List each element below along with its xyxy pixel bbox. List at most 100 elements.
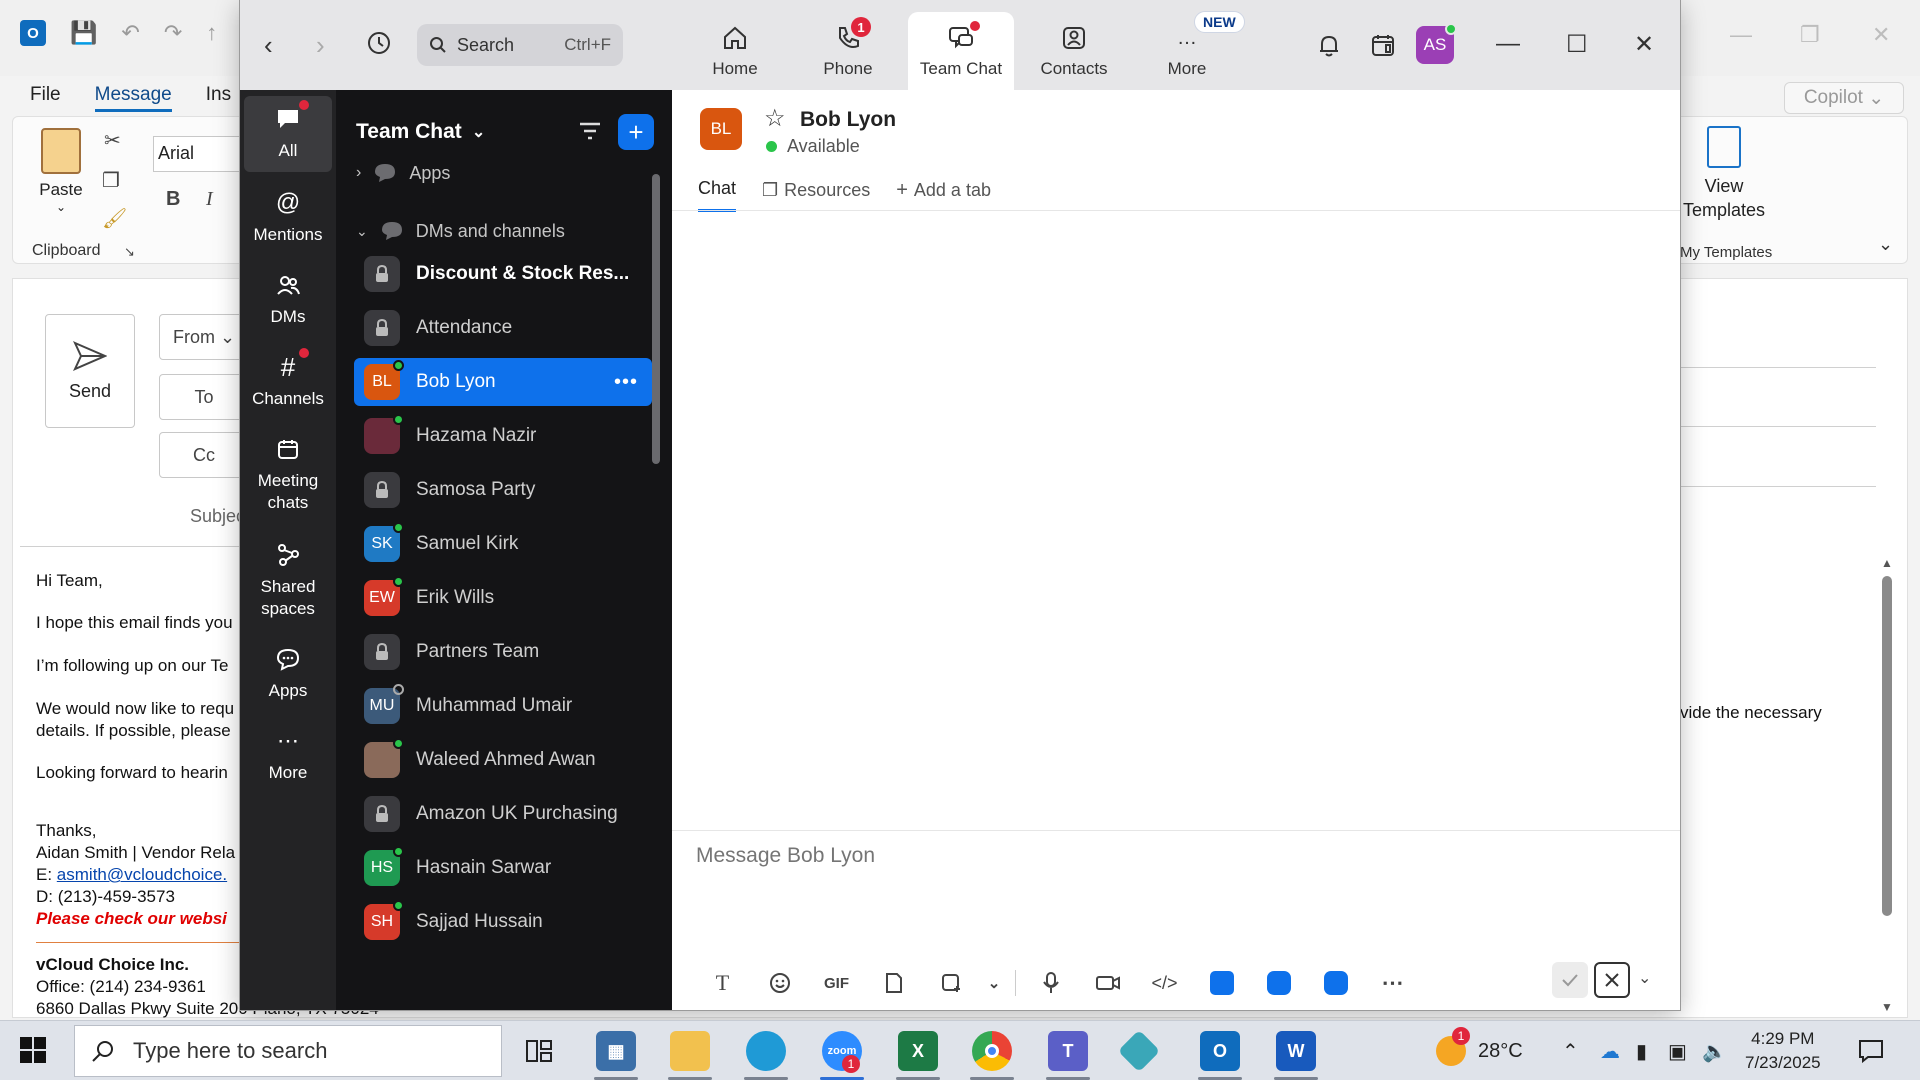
font-name-field[interactable]: Arial [153,136,241,172]
message-area[interactable] [672,211,1680,830]
channel-list-item[interactable]: Attendance [354,304,652,352]
word-icon[interactable]: W [1276,1031,1316,1071]
more-options-icon[interactable]: ⋯ [1364,968,1421,998]
channel-list-item[interactable]: Samosa Party [354,466,652,514]
channel-list-item[interactable]: MU Muhammad Umair [354,682,652,730]
tab-chat[interactable]: Chat [698,178,737,212]
checkmark-icon[interactable] [1552,962,1588,998]
clipboard-launcher-icon[interactable]: ↘ [124,244,135,260]
copy-icon[interactable]: ❐ [102,168,120,193]
channel-list-item[interactable]: Amazon UK Purchasing [354,790,652,838]
from-button[interactable]: From ⌄ [159,314,249,360]
microphone-icon[interactable] [1022,968,1079,998]
volume-icon[interactable]: 🔈 [1702,1021,1727,1080]
file-explorer-icon[interactable] [670,1031,710,1071]
menu-insert[interactable]: Ins [206,84,231,112]
redo-icon[interactable]: ↷ [164,20,182,46]
zoom-search-bar[interactable]: Search Ctrl+F [417,24,623,66]
format-painter-icon[interactable]: 🖌 [102,206,127,231]
zoom-maximize-icon[interactable]: ☐ [1566,30,1588,59]
windows-start-icon[interactable] [20,1037,46,1068]
panel-title-dropdown[interactable]: Team Chat ⌄ [356,120,485,144]
onedrive-cloud-icon[interactable]: ☁ [1600,1021,1620,1080]
zoom-minimize-icon[interactable]: — [1496,30,1520,58]
section-dms-and-channels[interactable]: ⌄ DMs and channels [356,220,565,242]
up-arrow-icon[interactable]: ↑ [206,20,217,46]
channel-list-item[interactable]: Discount & Stock Res... [354,250,652,298]
calculator-icon[interactable]: ▦ [596,1031,636,1071]
panel-scrollbar[interactable] [652,174,660,464]
italic-button[interactable]: I [206,188,213,211]
rail-channels[interactable]: # Channels [244,348,332,410]
code-snippet-icon[interactable]: </> [1136,968,1193,998]
weather-widget[interactable]: 1 28°C [1436,1021,1523,1080]
rail-shared-spaces[interactable]: Shared spaces [244,540,332,620]
channel-list-item[interactable]: HS Hasnain Sarwar [354,844,652,892]
tab-home[interactable]: Home [682,12,788,90]
profile-avatar[interactable]: AS [1416,23,1457,64]
tab-contacts[interactable]: Contacts [1021,12,1127,90]
chat-contact-name[interactable]: Bob Lyon [800,108,896,132]
diamond-app-icon[interactable] [1117,1029,1161,1073]
channel-list-item[interactable]: Hazama Nazir [354,412,652,460]
app-icon-chat[interactable] [1250,968,1307,998]
scroll-up-icon[interactable]: ▲ [1881,556,1893,570]
rail-all[interactable]: All [244,96,332,172]
channel-list-item[interactable]: Waleed Ahmed Awan [354,736,652,784]
edge-browser-icon[interactable] [746,1031,786,1071]
channel-list-item[interactable]: SK Samuel Kirk [354,520,652,568]
taskbar-search-box[interactable]: Type here to search [74,1025,502,1077]
tab-team-chat[interactable]: Team Chat [908,12,1014,90]
channel-list-item[interactable]: BL Bob Lyon ••• [354,358,652,406]
send-button[interactable]: Send [45,314,135,428]
email-scrollbar-thumb[interactable] [1882,576,1892,916]
video-message-icon[interactable] [1079,968,1136,998]
scroll-down-icon[interactable]: ▼ [1881,1000,1893,1014]
rail-mentions[interactable]: @ Mentions [244,188,332,246]
back-arrow-icon[interactable]: ‹ [264,30,273,61]
network-icon[interactable]: ▣ [1668,1021,1687,1080]
channel-list-item[interactable]: EW Erik Wills [354,574,652,622]
screenshot-options-chevron-icon[interactable]: ⌄ [979,968,1009,998]
bold-button[interactable]: B [166,188,180,211]
emoji-icon[interactable] [751,968,808,998]
channel-list-item[interactable]: Partners Team [354,628,652,676]
chrome-icon[interactable] [972,1031,1012,1071]
undo-icon[interactable]: ↶ [121,20,139,46]
view-templates-button[interactable]: View Templates [1680,126,1768,222]
section-apps[interactable]: › Apps [356,162,450,184]
message-input[interactable] [696,844,1656,868]
tab-resources[interactable]: ❐ Resources [762,178,870,212]
cancel-x-icon[interactable] [1594,962,1630,998]
text-format-icon[interactable]: T [694,968,751,998]
excel-icon[interactable]: X [898,1031,938,1071]
outlook-taskbar-icon[interactable]: O [1200,1031,1240,1071]
gif-button[interactable]: GIF [808,968,865,998]
tab-more[interactable]: … NEW More [1134,11,1245,90]
teams-icon[interactable]: T [1048,1031,1088,1071]
taskbar-clock[interactable]: 4:29 PM 7/23/2025 [1745,1027,1821,1075]
chat-contact-avatar[interactable]: BL [700,108,742,150]
favorite-star-icon[interactable]: ☆ [764,104,786,133]
rail-more[interactable]: ⋯ More [244,726,332,784]
channel-list-item[interactable]: SH Sajjad Hussain [354,898,652,946]
outlook-minimize-icon[interactable]: — [1730,22,1752,48]
task-view-icon[interactable] [520,1031,560,1071]
signature-email-link[interactable]: asmith@vcloudchoice. [57,865,227,884]
notification-center-icon[interactable] [1858,1021,1884,1080]
calendar-icon[interactable] [1370,32,1396,63]
outlook-close-icon[interactable]: ✕ [1872,22,1890,48]
screenshot-icon[interactable] [922,968,979,998]
email-scrollbar[interactable]: ▲ ▼ [1880,556,1894,1014]
zoom-close-icon[interactable]: ✕ [1634,30,1654,59]
forward-arrow-icon[interactable]: › [316,30,325,61]
outlook-restore-icon[interactable]: ❐ [1800,22,1820,48]
cut-icon[interactable]: ✂ [104,128,121,153]
app-icon-schedule[interactable] [1307,968,1364,998]
rail-meeting-chats[interactable]: Meeting chats [244,434,332,514]
ribbon-collapse-icon[interactable]: ⌄ [1878,234,1893,255]
send-options-chevron-icon[interactable]: ⌄ [1638,968,1651,988]
copilot-button[interactable]: Copilot ⌄ [1784,82,1904,114]
rail-dms[interactable]: DMs [244,270,332,328]
rail-apps[interactable]: Apps [244,644,332,702]
